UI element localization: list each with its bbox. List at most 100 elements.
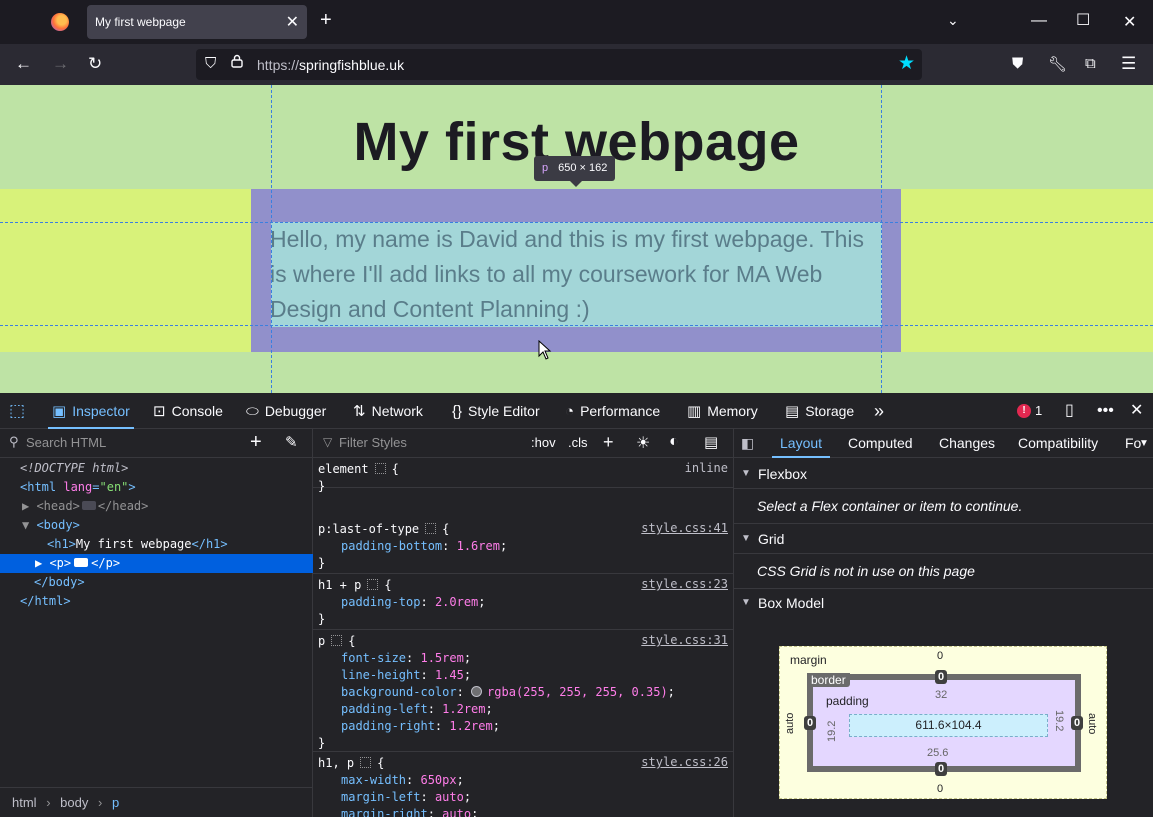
reload-icon[interactable]: ↻ — [88, 54, 102, 74]
forward-arrow-icon[interactable]: → — [52, 54, 69, 74]
markup-html-close[interactable]: </html> — [0, 592, 313, 611]
more-tools-chevron-icon[interactable]: » — [874, 393, 884, 429]
css-property[interactable]: margin-right — [341, 807, 428, 817]
node-highlight-icon[interactable] — [360, 757, 372, 768]
rule-selector[interactable]: element — [318, 462, 369, 476]
pocket-icon[interactable]: ⛊ — [1012, 55, 1023, 72]
element-picker-icon[interactable]: ⬚ — [9, 393, 25, 429]
rule-selector[interactable]: h1 + p — [318, 578, 361, 592]
error-icon[interactable]: ! — [1017, 404, 1031, 418]
css-value[interactable]: auto — [442, 807, 471, 817]
markup-head[interactable]: ▶ <head> </head> — [0, 497, 313, 516]
border-bottom-value[interactable]: 0 — [935, 762, 948, 776]
css-declaration[interactable]: max-width: 650px; — [341, 772, 464, 789]
css-value[interactable]: 1.6rem — [457, 539, 500, 553]
tracking-shield-icon[interactable]: ⛉ — [205, 55, 216, 72]
markup-html[interactable]: <html lang="en"> — [0, 478, 313, 497]
node-highlight-icon[interactable] — [374, 463, 386, 474]
dark-scheme-icon[interactable]: ◐ — [669, 433, 679, 451]
box-model-content[interactable]: 611.6×104.4 — [849, 714, 1048, 737]
css-property[interactable]: padding-bottom — [341, 539, 442, 553]
css-value[interactable]: 650px — [420, 773, 456, 787]
collapsed-ellipsis-icon[interactable] — [74, 558, 89, 567]
css-property[interactable]: background-color — [341, 685, 457, 699]
border-top-value[interactable]: 0 — [935, 670, 948, 684]
light-scheme-icon[interactable]: ☀ — [636, 433, 650, 453]
maximize-button[interactable]: ☐ — [1076, 10, 1090, 30]
rule-selector[interactable]: p:last-of-type — [318, 522, 419, 536]
breadcrumb-p[interactable]: p — [112, 795, 119, 810]
markup-h1[interactable]: <h1>My first webpage</h1> — [0, 535, 313, 554]
cls-toggle[interactable]: .cls — [568, 435, 588, 450]
css-declaration[interactable]: padding-bottom: 1.6rem; — [341, 538, 507, 555]
padding-left-value[interactable]: 19.2 — [826, 721, 838, 742]
markup-p-selected[interactable]: ▶ <p> </p> — [0, 554, 313, 573]
css-value[interactable]: 1.2rem — [449, 719, 492, 733]
more-options-icon[interactable]: ••• — [1097, 393, 1114, 429]
css-declaration[interactable]: margin-right: auto; — [341, 806, 478, 817]
error-count[interactable]: 1 — [1035, 403, 1042, 418]
node-highlight-icon[interactable] — [425, 523, 437, 534]
extensions-icon[interactable]: ⧉ — [1085, 55, 1096, 72]
node-highlight-icon[interactable] — [367, 579, 379, 590]
tab-changes[interactable]: Changes — [939, 429, 995, 458]
wrench-icon[interactable]: 🔧︎ — [1048, 55, 1067, 73]
css-property[interactable]: max-width — [341, 773, 406, 787]
responsive-design-icon[interactable]: ▯ — [1065, 393, 1074, 429]
css-declaration[interactable]: padding-right: 1.2rem; — [341, 718, 500, 735]
close-devtools-icon[interactable]: ✕ — [1130, 393, 1143, 429]
tab-storage[interactable]: ▤ Storage — [785, 393, 854, 429]
eyedropper-icon[interactable]: ✎ — [285, 433, 298, 451]
border-left-value[interactable]: 0 — [804, 716, 817, 730]
rule-selector[interactable]: h1, p — [318, 756, 354, 770]
breadcrumb-body[interactable]: body — [60, 795, 88, 810]
css-declaration[interactable]: font-size: 1.5rem; — [341, 650, 471, 667]
css-declaration[interactable]: padding-top: 2.0rem; — [341, 594, 486, 611]
border-right-value[interactable]: 0 — [1071, 716, 1084, 730]
tab-close-icon[interactable]: ✕ — [286, 12, 299, 32]
collapsed-ellipsis-icon[interactable] — [81, 501, 96, 510]
lock-icon[interactable] — [231, 54, 243, 68]
minimize-button[interactable]: — — [1031, 12, 1047, 30]
filter-styles-input[interactable] — [339, 435, 489, 450]
tab-computed[interactable]: Computed — [848, 429, 913, 458]
list-all-tabs-chevron-icon[interactable]: ⌄ — [947, 12, 959, 29]
rule-selector[interactable]: p — [318, 634, 325, 648]
expand-triangle-icon[interactable]: ▶ — [35, 556, 49, 570]
hov-toggle[interactable]: :hov — [531, 435, 556, 450]
grid-section-header[interactable]: ▼ Grid — [734, 524, 1153, 554]
tab-inspector[interactable]: ▣ Inspector — [48, 393, 134, 429]
rule-source-link[interactable]: style.css:26 — [641, 755, 728, 769]
css-declaration[interactable]: line-height: 1.45; — [341, 667, 471, 684]
close-window-button[interactable]: ✕ — [1123, 12, 1136, 32]
margin-bottom-value[interactable]: 0 — [937, 783, 943, 795]
rule-selector-line[interactable]: h1 + p { — [318, 577, 392, 594]
rule-selector-line[interactable]: element { — [318, 461, 399, 478]
css-property[interactable]: padding-right — [341, 719, 435, 733]
rule-selector-line[interactable]: h1, p { — [318, 755, 384, 772]
tab-performance[interactable]: ◔ Performance — [565, 393, 660, 429]
css-property[interactable]: padding-top — [341, 595, 420, 609]
firefox-logo-icon[interactable] — [51, 13, 69, 31]
box-model-section-header[interactable]: ▼ Box Model — [734, 588, 1153, 618]
tab-memory[interactable]: ▥ Memory — [687, 393, 758, 429]
css-value[interactable]: 1.45 — [435, 668, 464, 682]
css-declaration[interactable]: padding-left: 1.2rem; — [341, 701, 493, 718]
css-property[interactable]: font-size — [341, 651, 406, 665]
rule-source-link[interactable]: style.css:31 — [641, 633, 728, 647]
markup-body[interactable]: ▼ <body> — [0, 516, 313, 535]
css-declaration[interactable]: background-color: rgba(255, 255, 255, 0.… — [341, 684, 675, 701]
css-value[interactable]: rgba(255, 255, 255, 0.35) — [487, 685, 668, 699]
css-value[interactable]: 2.0rem — [435, 595, 478, 609]
margin-left-value[interactable]: auto — [784, 713, 796, 734]
rule-selector-line[interactable]: p:last-of-type { — [318, 521, 449, 538]
markup-doctype[interactable]: <!DOCTYPE html> — [0, 459, 313, 478]
tab-console[interactable]: ⊡ Console — [153, 393, 223, 429]
tab-debugger[interactable]: ⬭ Debugger — [246, 393, 326, 429]
padding-bottom-value[interactable]: 25.6 — [927, 747, 948, 759]
margin-top-value[interactable]: 0 — [937, 650, 943, 662]
tab-style-editor[interactable]: {} Style Editor — [452, 393, 540, 429]
new-tab-button[interactable]: + — [320, 10, 332, 30]
css-property[interactable]: line-height — [341, 668, 420, 682]
flexbox-section-header[interactable]: ▼ Flexbox — [734, 459, 1153, 489]
